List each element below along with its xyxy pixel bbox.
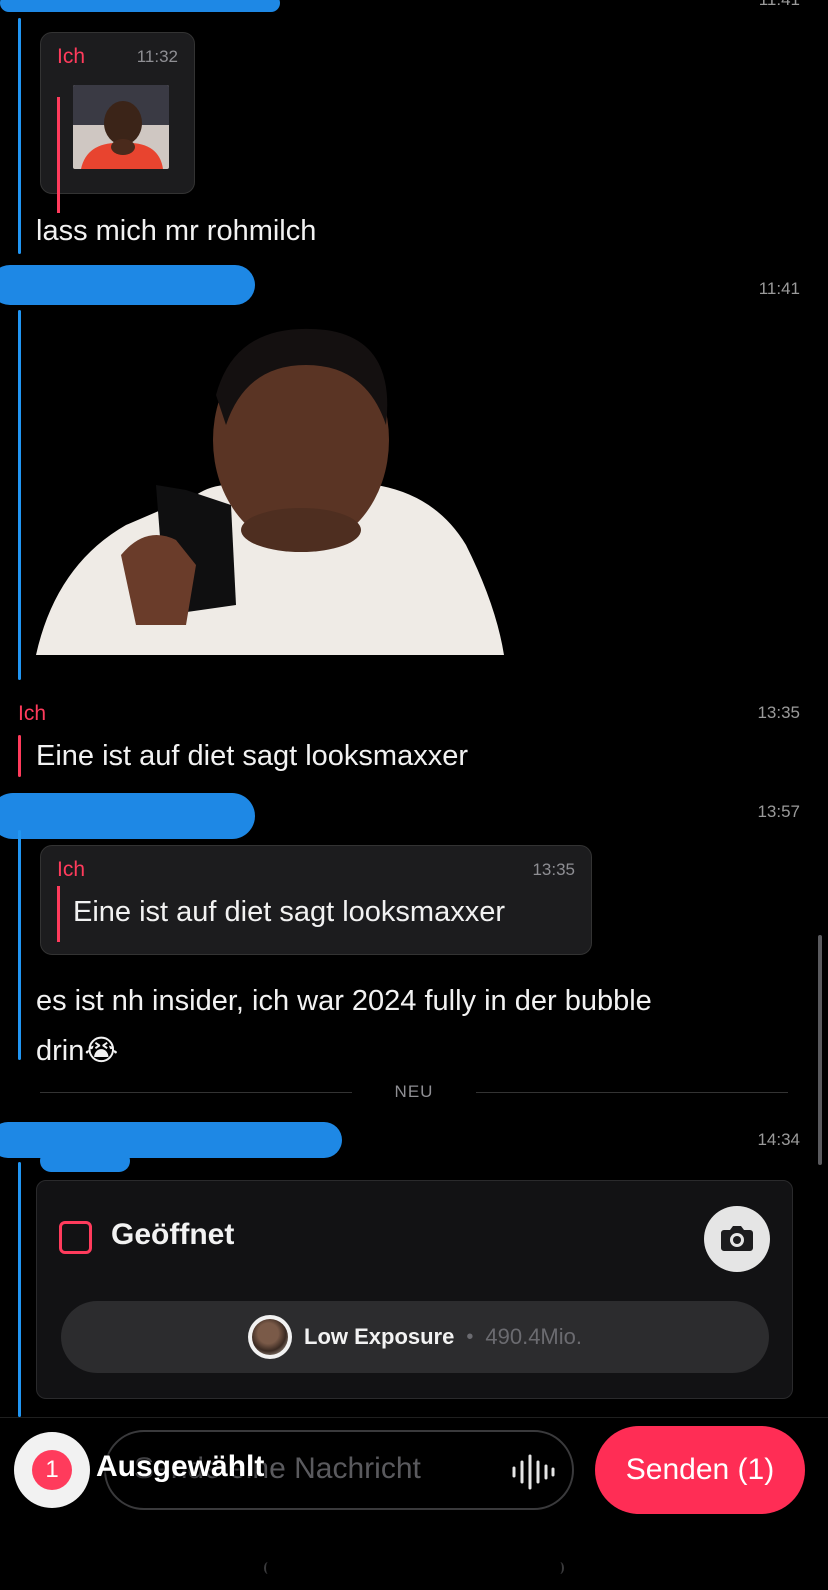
message-line: es ist nh insider, ich war 2024 fully in… [36, 985, 652, 1017]
divider-line-left [40, 1092, 352, 1093]
timestamp: 11:41 [759, 0, 800, 10]
thread-bar [18, 310, 21, 680]
message-sender: Ich [18, 702, 47, 725]
quote-bar [57, 886, 60, 942]
avatar [248, 1315, 292, 1359]
thread-bar [18, 735, 21, 777]
thread-bar [18, 18, 21, 254]
redaction-scribble [0, 0, 280, 12]
selected-count-badge: 1 [32, 1450, 72, 1490]
quoted-image-thumbnail [73, 85, 169, 169]
selected-count: 1 [45, 1456, 59, 1483]
message-line: drin😭 [36, 1026, 652, 1076]
voice-waveform-icon[interactable] [510, 1452, 556, 1492]
send-button[interactable]: Senden (1) [595, 1426, 805, 1514]
story-name: Low Exposure [304, 1324, 455, 1349]
new-messages-label: NEU [394, 1082, 434, 1101]
snap-card[interactable]: Geöffnet Low Exposure • 490.4Mio. [36, 1180, 793, 1399]
quote-bar [57, 97, 60, 213]
home-indicator-left [264, 1562, 272, 1574]
timestamp: 13:57 [757, 802, 800, 821]
redaction-scribble [40, 1150, 130, 1172]
message-text: Eine ist auf diet sagt looksmaxxer [36, 740, 468, 772]
snap-status: Geöffnet [111, 1218, 235, 1251]
avatar-image [252, 1319, 288, 1355]
redaction-scribble [0, 793, 255, 839]
opened-square-icon [59, 1221, 92, 1254]
timestamp: 11:41 [758, 279, 800, 298]
selected-indicator[interactable]: 1 [14, 1432, 90, 1508]
story-separator: • [466, 1325, 474, 1348]
quote-sender: Ich [57, 858, 86, 881]
thread-bar [18, 1162, 21, 1417]
composer-bar: Sende eine Nachricht 1 Ausgewählt Senden… [0, 1417, 828, 1590]
quote-sender: Ich [57, 45, 86, 68]
timestamp: 13:35 [757, 703, 800, 722]
message-text: es ist nh insider, ich war 2024 fully in… [36, 976, 652, 1076]
quote-time: 11:32 [136, 47, 178, 66]
selected-label: Ausgewählt [96, 1450, 265, 1483]
quoted-message[interactable]: Ich 13:35 Eine ist auf diet sagt looksma… [40, 845, 592, 955]
camera-icon [721, 1226, 753, 1251]
sticker-image[interactable] [36, 325, 504, 665]
divider-line-right [476, 1092, 788, 1093]
redaction-scribble [0, 265, 255, 305]
send-button-label: Senden (1) [625, 1453, 775, 1486]
quoted-snap[interactable]: Ich 11:32 [40, 32, 195, 213]
quote-text: Eine ist auf diet sagt looksmaxxer [73, 896, 505, 928]
story-views: 490.4Mio. [485, 1324, 582, 1349]
message-text: lass mich mr rohmilch [36, 215, 317, 247]
crying-emoji-icon: 😭 [84, 1035, 119, 1067]
home-indicator-right [556, 1562, 564, 1574]
thread-bar [18, 830, 21, 1060]
timestamp: 14:34 [757, 1130, 800, 1149]
quote-time: 13:35 [532, 860, 575, 879]
scrollbar[interactable] [818, 935, 822, 1165]
story-pill[interactable]: Low Exposure • 490.4Mio. [61, 1301, 769, 1373]
message-line-text: drin [36, 1035, 85, 1067]
camera-button[interactable] [704, 1206, 770, 1272]
